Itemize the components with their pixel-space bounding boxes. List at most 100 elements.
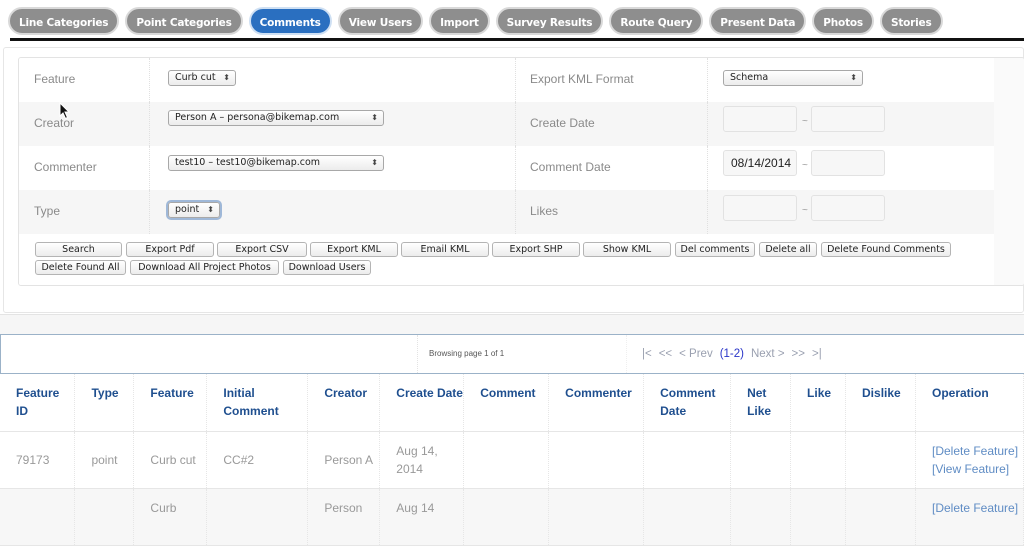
email-kml-button[interactable]: Email KML <box>401 242 489 257</box>
download-users-button[interactable]: Download Users <box>283 260 371 275</box>
cell-net-like <box>730 488 792 546</box>
select-arrows-icon: ⬍ <box>371 158 378 167</box>
tab-stories[interactable]: Stories <box>879 7 943 35</box>
comments-table: Feature ID Type Feature Initial Comment … <box>0 374 1024 546</box>
col-like[interactable]: Like <box>790 374 847 432</box>
likes-from-input[interactable] <box>723 195 797 221</box>
show-kml-button[interactable]: Show KML <box>583 242 671 257</box>
col-type[interactable]: Type <box>74 374 135 432</box>
create-date-label: Create Date <box>530 116 595 130</box>
col-operation: Operation <box>915 374 1024 432</box>
comment-date-from-input[interactable]: 08/14/2014 <box>723 150 797 176</box>
main-nav: Line Categories Point Categories Comment… <box>0 0 1024 42</box>
delete-feature-link[interactable]: [Delete Feature] <box>932 499 1023 517</box>
tab-comments[interactable]: Comments <box>248 7 332 35</box>
table-row: 79173 point Curb cut CC#2 Person A Aug 1… <box>0 431 1024 489</box>
pager: Browsing page 1 of 1 |< << < Prev (1-2) … <box>0 334 1024 374</box>
current-page-range[interactable]: (1-2) <box>720 348 744 360</box>
likes-label: Likes <box>530 204 559 218</box>
cell-dislike <box>845 488 916 546</box>
cell-operation: [Delete Feature] <box>915 488 1024 546</box>
tab-line-categories[interactable]: Line Categories <box>8 7 120 35</box>
likes-to-input[interactable] <box>811 195 885 221</box>
mouse-cursor-icon <box>59 102 71 120</box>
filter-row-creator: Creator Person A – persona@bikemap.com ⬍ … <box>19 102 994 146</box>
delete-found-comments-button[interactable]: Delete Found Comments <box>821 242 951 257</box>
pagination-nav: |< << < Prev (1-2) Next > >> >| <box>642 348 822 360</box>
tab-survey-results[interactable]: Survey Results <box>495 7 604 35</box>
cell-creator: Person <box>307 488 381 546</box>
search-button[interactable]: Search <box>35 242 122 257</box>
create-date-from-input[interactable] <box>723 106 797 132</box>
range-separator: ~ <box>802 160 808 171</box>
cell-feature: Curb cut <box>133 431 208 489</box>
view-feature-link[interactable]: [View Feature] <box>932 460 1023 478</box>
first-page-link[interactable]: |< <box>642 348 652 360</box>
filter-row-commenter: Commenter test10 – test10@bikemap.com ⬍ C… <box>19 146 994 190</box>
download-all-project-photos-button[interactable]: Download All Project Photos <box>130 260 279 275</box>
cell-operation: [Delete Feature] [View Feature] <box>915 431 1024 489</box>
tabbar-divider <box>10 38 1024 41</box>
col-comment[interactable]: Comment <box>463 374 550 432</box>
commenter-select[interactable]: test10 – test10@bikemap.com ⬍ <box>168 155 384 171</box>
cell-feature-id: 79173 <box>0 431 76 489</box>
delete-feature-link[interactable]: [Delete Feature] <box>932 442 1023 460</box>
col-create-date[interactable]: Create Date <box>379 374 465 432</box>
prev-page-link[interactable]: < Prev <box>679 348 713 360</box>
prev-block-link[interactable]: << <box>659 348 672 360</box>
cell-commenter <box>548 488 645 546</box>
delete-found-all-button[interactable]: Delete Found All <box>35 260 126 275</box>
last-page-link[interactable]: >| <box>812 348 822 360</box>
cell-initial-comment: CC#2 <box>206 431 309 489</box>
create-date-to-input[interactable] <box>811 106 885 132</box>
export-csv-button[interactable]: Export CSV <box>217 242 307 257</box>
filter-row-feature: Feature Curb cut ⬍ Export KML Format Sche… <box>19 58 994 102</box>
cell-like <box>790 488 847 546</box>
delete-all-button[interactable]: Delete all <box>759 242 817 257</box>
cell-comment <box>463 431 550 489</box>
comment-date-to-input[interactable] <box>811 150 885 176</box>
section-gap <box>0 314 1024 334</box>
cell-initial-comment <box>206 488 309 546</box>
cell-create-date: Aug 14 <box>379 488 465 546</box>
col-feature[interactable]: Feature <box>133 374 208 432</box>
col-comment-date[interactable]: Comment Date <box>643 374 732 432</box>
del-comments-button[interactable]: Del comments <box>675 242 755 257</box>
tab-point-categories[interactable]: Point Categories <box>125 7 243 35</box>
col-initial-comment[interactable]: Initial Comment <box>206 374 309 432</box>
filter-row-type: Type point ⬍ Likes ~ <box>19 190 994 234</box>
tab-photos[interactable]: Photos <box>812 7 874 35</box>
cell-comment-date <box>643 488 732 546</box>
export-shp-button[interactable]: Export SHP <box>492 242 580 257</box>
col-creator[interactable]: Creator <box>307 374 381 432</box>
next-block-link[interactable]: >> <box>792 348 805 360</box>
feature-select[interactable]: Curb cut ⬍ <box>168 70 236 86</box>
select-arrows-icon: ⬍ <box>850 73 857 82</box>
tab-import[interactable]: Import <box>429 7 490 35</box>
col-commenter[interactable]: Commenter <box>548 374 645 432</box>
cell-comment <box>463 488 550 546</box>
col-feature-id[interactable]: Feature ID <box>0 374 76 432</box>
cell-net-like <box>730 431 792 489</box>
tab-present-data[interactable]: Present Data <box>709 7 807 35</box>
feature-label: Feature <box>34 72 76 86</box>
export-kml-button[interactable]: Export KML <box>310 242 398 257</box>
cell-feature-id <box>0 488 76 546</box>
tab-route-query[interactable]: Route Query <box>609 7 704 35</box>
browsing-page-text: Browsing page 1 of 1 <box>429 349 505 358</box>
cell-commenter <box>548 431 645 489</box>
cell-dislike <box>845 431 916 489</box>
export-kml-format-select[interactable]: Schema ⬍ <box>723 70 863 86</box>
cell-type: point <box>74 431 135 489</box>
filter-form: Feature Curb cut ⬍ Export KML Format Sche… <box>18 57 1024 286</box>
next-page-link[interactable]: Next > <box>751 348 785 360</box>
tab-view-users[interactable]: View Users <box>337 7 424 35</box>
comment-date-label: Comment Date <box>530 160 611 174</box>
col-net-like[interactable]: Net Like <box>730 374 792 432</box>
export-kml-format-label: Export KML Format <box>530 72 634 86</box>
type-select[interactable]: point ⬍ <box>168 202 220 218</box>
creator-select[interactable]: Person A – persona@bikemap.com ⬍ <box>168 110 384 126</box>
export-pdf-button[interactable]: Export Pdf <box>126 242 214 257</box>
col-dislike[interactable]: Dislike <box>845 374 916 432</box>
tab-list: Line Categories Point Categories Comment… <box>8 7 943 35</box>
